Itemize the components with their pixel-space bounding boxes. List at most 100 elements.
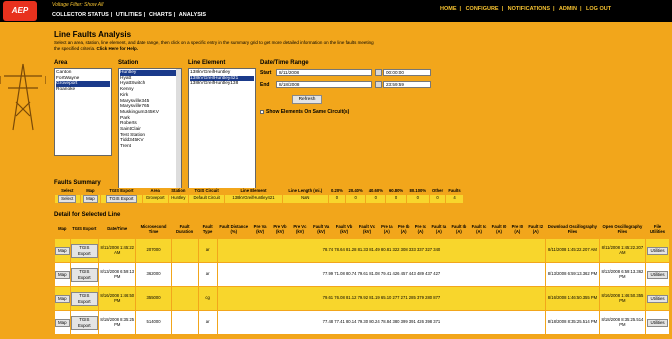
area-listbox[interactable]: Canton FortWayne Groveport Roanoke xyxy=(54,68,112,156)
map-button[interactable]: Map xyxy=(83,194,98,203)
map-button[interactable]: Map xyxy=(55,270,70,279)
tgis-export-button[interactable]: TGIS Export xyxy=(70,267,99,282)
end-time-input[interactable]: 23:59:59 xyxy=(383,81,431,88)
summary-bucket-1: 0 xyxy=(327,193,347,204)
download-oscillography-link[interactable]: 8/11/2008 1:45:22.207 AM xyxy=(545,238,600,263)
download-oscillography-link[interactable]: 8/18/2008 8:35:25.514 PM xyxy=(545,310,600,335)
detail-row[interactable]: Map TGIS Export 8/16/2008 1:46:50 PM 355000… xyxy=(54,286,670,311)
detail-col: Open Oscillography Files xyxy=(598,220,647,239)
summary-bucket-3: 0 xyxy=(365,193,387,204)
date-range-label: Date/Time Range xyxy=(260,60,309,66)
summary-bucket-2: 0 xyxy=(344,193,367,204)
detail-col: Fault Distance (%) xyxy=(216,220,251,239)
top-bar: AEP Voltage Filter: Show All COLLECTOR S… xyxy=(0,0,672,22)
download-oscillography-link[interactable]: 8/13/2008 6:59:13.362 PM xyxy=(545,262,600,287)
start-label: Start xyxy=(260,70,272,76)
open-oscillography-link[interactable]: 8/18/2008 8:35:25.514 PM xyxy=(598,310,647,335)
nav-logout[interactable]: LOG OUT xyxy=(586,6,611,12)
detail-row[interactable]: Map TGIS Export 8/13/2008 6:59:13 PM 362000… xyxy=(54,262,670,287)
station-label: Station xyxy=(118,60,139,66)
same-circuit-label: Show Elements On Same Circuit(s) xyxy=(266,109,350,115)
sidebar-banner xyxy=(0,22,46,339)
element-option[interactable]: 138kVGreifHuntley138 xyxy=(190,81,254,87)
summary-bucket-5: 0 xyxy=(405,193,430,204)
utilities-button[interactable]: Utilities xyxy=(647,270,668,279)
detail-col: Microsecond Time xyxy=(135,220,172,239)
detail-col: Fault Ia (A) xyxy=(428,220,450,239)
col-line-length: Line Length (mi.) xyxy=(281,188,329,195)
detail-duration xyxy=(170,286,199,311)
station-scrollbar[interactable] xyxy=(176,69,181,189)
start-date-input[interactable]: 8/11/2008 xyxy=(276,69,372,76)
nav-divider: | xyxy=(173,12,176,18)
col-bucket-4: 60.80% xyxy=(385,188,407,195)
detail-header-row: Map TGIS Export Date/Time Microsecond Time F… xyxy=(54,220,670,239)
area-option[interactable]: Roanoke xyxy=(56,87,110,93)
summary-row[interactable]: Select Map TGIS Export Groveport Huntley… xyxy=(54,193,464,204)
map-button[interactable]: Map xyxy=(55,246,70,255)
end-calendar-icon[interactable] xyxy=(375,81,382,88)
tgis-export-button[interactable]: TGIS Export xyxy=(70,315,99,330)
utilities-button[interactable]: Utilities xyxy=(647,246,668,255)
tgis-export-button[interactable]: TGIS Export xyxy=(70,291,99,306)
end-label: End xyxy=(260,82,270,88)
refresh-button[interactable]: Refresh xyxy=(292,95,322,104)
nav-collector-status[interactable]: COLLECTOR STATUS xyxy=(52,12,109,18)
start-calendar-icon[interactable] xyxy=(375,69,382,76)
nav-utilities[interactable]: UTILITIES xyxy=(116,12,142,18)
detail-title: Detail for Selected Line xyxy=(54,212,121,218)
line-element-listbox[interactable]: 138kVGreifHuntley 138kVGreifHuntley421 1… xyxy=(188,68,256,190)
open-oscillography-link[interactable]: 8/16/2008 1:46:50.355 PM xyxy=(598,286,647,311)
detail-duration xyxy=(170,238,199,263)
tgis-export-button[interactable]: TGIS Export xyxy=(106,194,137,203)
detail-col: Fault Va (kV) xyxy=(309,220,334,239)
select-button[interactable]: Select xyxy=(58,194,77,203)
nav-charts[interactable]: CHARTS xyxy=(149,12,172,18)
detail-microsecond: 514000 xyxy=(135,310,172,335)
detail-col: Fault Vb (kV) xyxy=(332,220,357,239)
detail-col: Date/Time xyxy=(98,220,137,239)
detail-values: 77.99 71.08 80.74 79.61 81.08 79.41 426 … xyxy=(216,262,547,287)
detail-row[interactable]: Map TGIS Export 8/11/2008 1:45:22 AM 207000… xyxy=(54,238,670,263)
detail-fault-type: ar xyxy=(197,310,218,335)
detail-col: Fault Ib (A) xyxy=(448,220,470,239)
nav-configure[interactable]: CONFIGURE xyxy=(466,6,499,12)
station-option[interactable]: Trent xyxy=(120,144,180,150)
nav-admin[interactable]: ADMIN xyxy=(559,6,577,12)
voltage-filter-label[interactable]: Voltage Filter: Show All xyxy=(52,2,103,8)
open-oscillography-link[interactable]: 8/11/2008 1:45:22.207 AM xyxy=(598,238,647,263)
detail-col: Pre Ia (A) xyxy=(377,220,396,239)
detail-fault-type: ar xyxy=(197,262,218,287)
end-date-input[interactable]: 8/18/2008 xyxy=(276,81,372,88)
tgis-export-button[interactable]: TGIS Export xyxy=(70,243,99,258)
utilities-button[interactable]: Utilities xyxy=(647,318,668,327)
nav-divider: | xyxy=(501,6,504,12)
checkbox-box[interactable] xyxy=(260,109,264,114)
detail-col: File Utilities xyxy=(645,220,670,239)
detail-duration xyxy=(170,310,199,335)
utilities-button[interactable]: Utilities xyxy=(647,294,668,303)
nav-notifications[interactable]: NOTIFICATIONS xyxy=(508,6,550,12)
nav-analysis[interactable]: ANALYSIS xyxy=(179,12,206,18)
map-button[interactable]: Map xyxy=(55,294,70,303)
nav-home[interactable]: HOME xyxy=(440,6,457,12)
help-link[interactable]: Click Here for Help. xyxy=(97,46,139,51)
detail-col: Fault Duration xyxy=(170,220,199,239)
station-listbox[interactable]: Huntley Hyatt HyattSwitch Kenny Kirk Mar… xyxy=(118,68,182,190)
detail-col: Pre Vb (kV) xyxy=(269,220,291,239)
detail-row[interactable]: Map TGIS Export 8/18/2008 8:35:25 PM 514000… xyxy=(54,310,670,335)
summary-circuit: Default Circuit xyxy=(187,193,226,204)
download-oscillography-link[interactable]: 8/16/2008 1:46:50.355 PM xyxy=(545,286,600,311)
same-circuit-checkbox[interactable]: Show Elements On Same Circuit(s) xyxy=(260,109,349,115)
summary-area: Groveport xyxy=(141,193,169,204)
summary-other: 0 xyxy=(428,193,447,204)
detail-datetime: 8/18/2008 8:35:25 PM xyxy=(98,310,137,335)
map-button[interactable]: Map xyxy=(55,318,70,327)
detail-col: Pre I0 (A) xyxy=(508,220,527,239)
start-time-input[interactable]: 00:00:00 xyxy=(383,69,431,76)
faults-summary-title: Faults Summary xyxy=(54,180,101,186)
faults-summary-table: Select Map TGIS Export Area Station TGIS… xyxy=(54,188,464,204)
detail-col: TGIS Export xyxy=(69,220,100,239)
open-oscillography-link[interactable]: 8/13/2008 6:59:13.362 PM xyxy=(598,262,647,287)
summary-header-row: Select Map TGIS Export Area Station TGIS… xyxy=(54,188,464,195)
